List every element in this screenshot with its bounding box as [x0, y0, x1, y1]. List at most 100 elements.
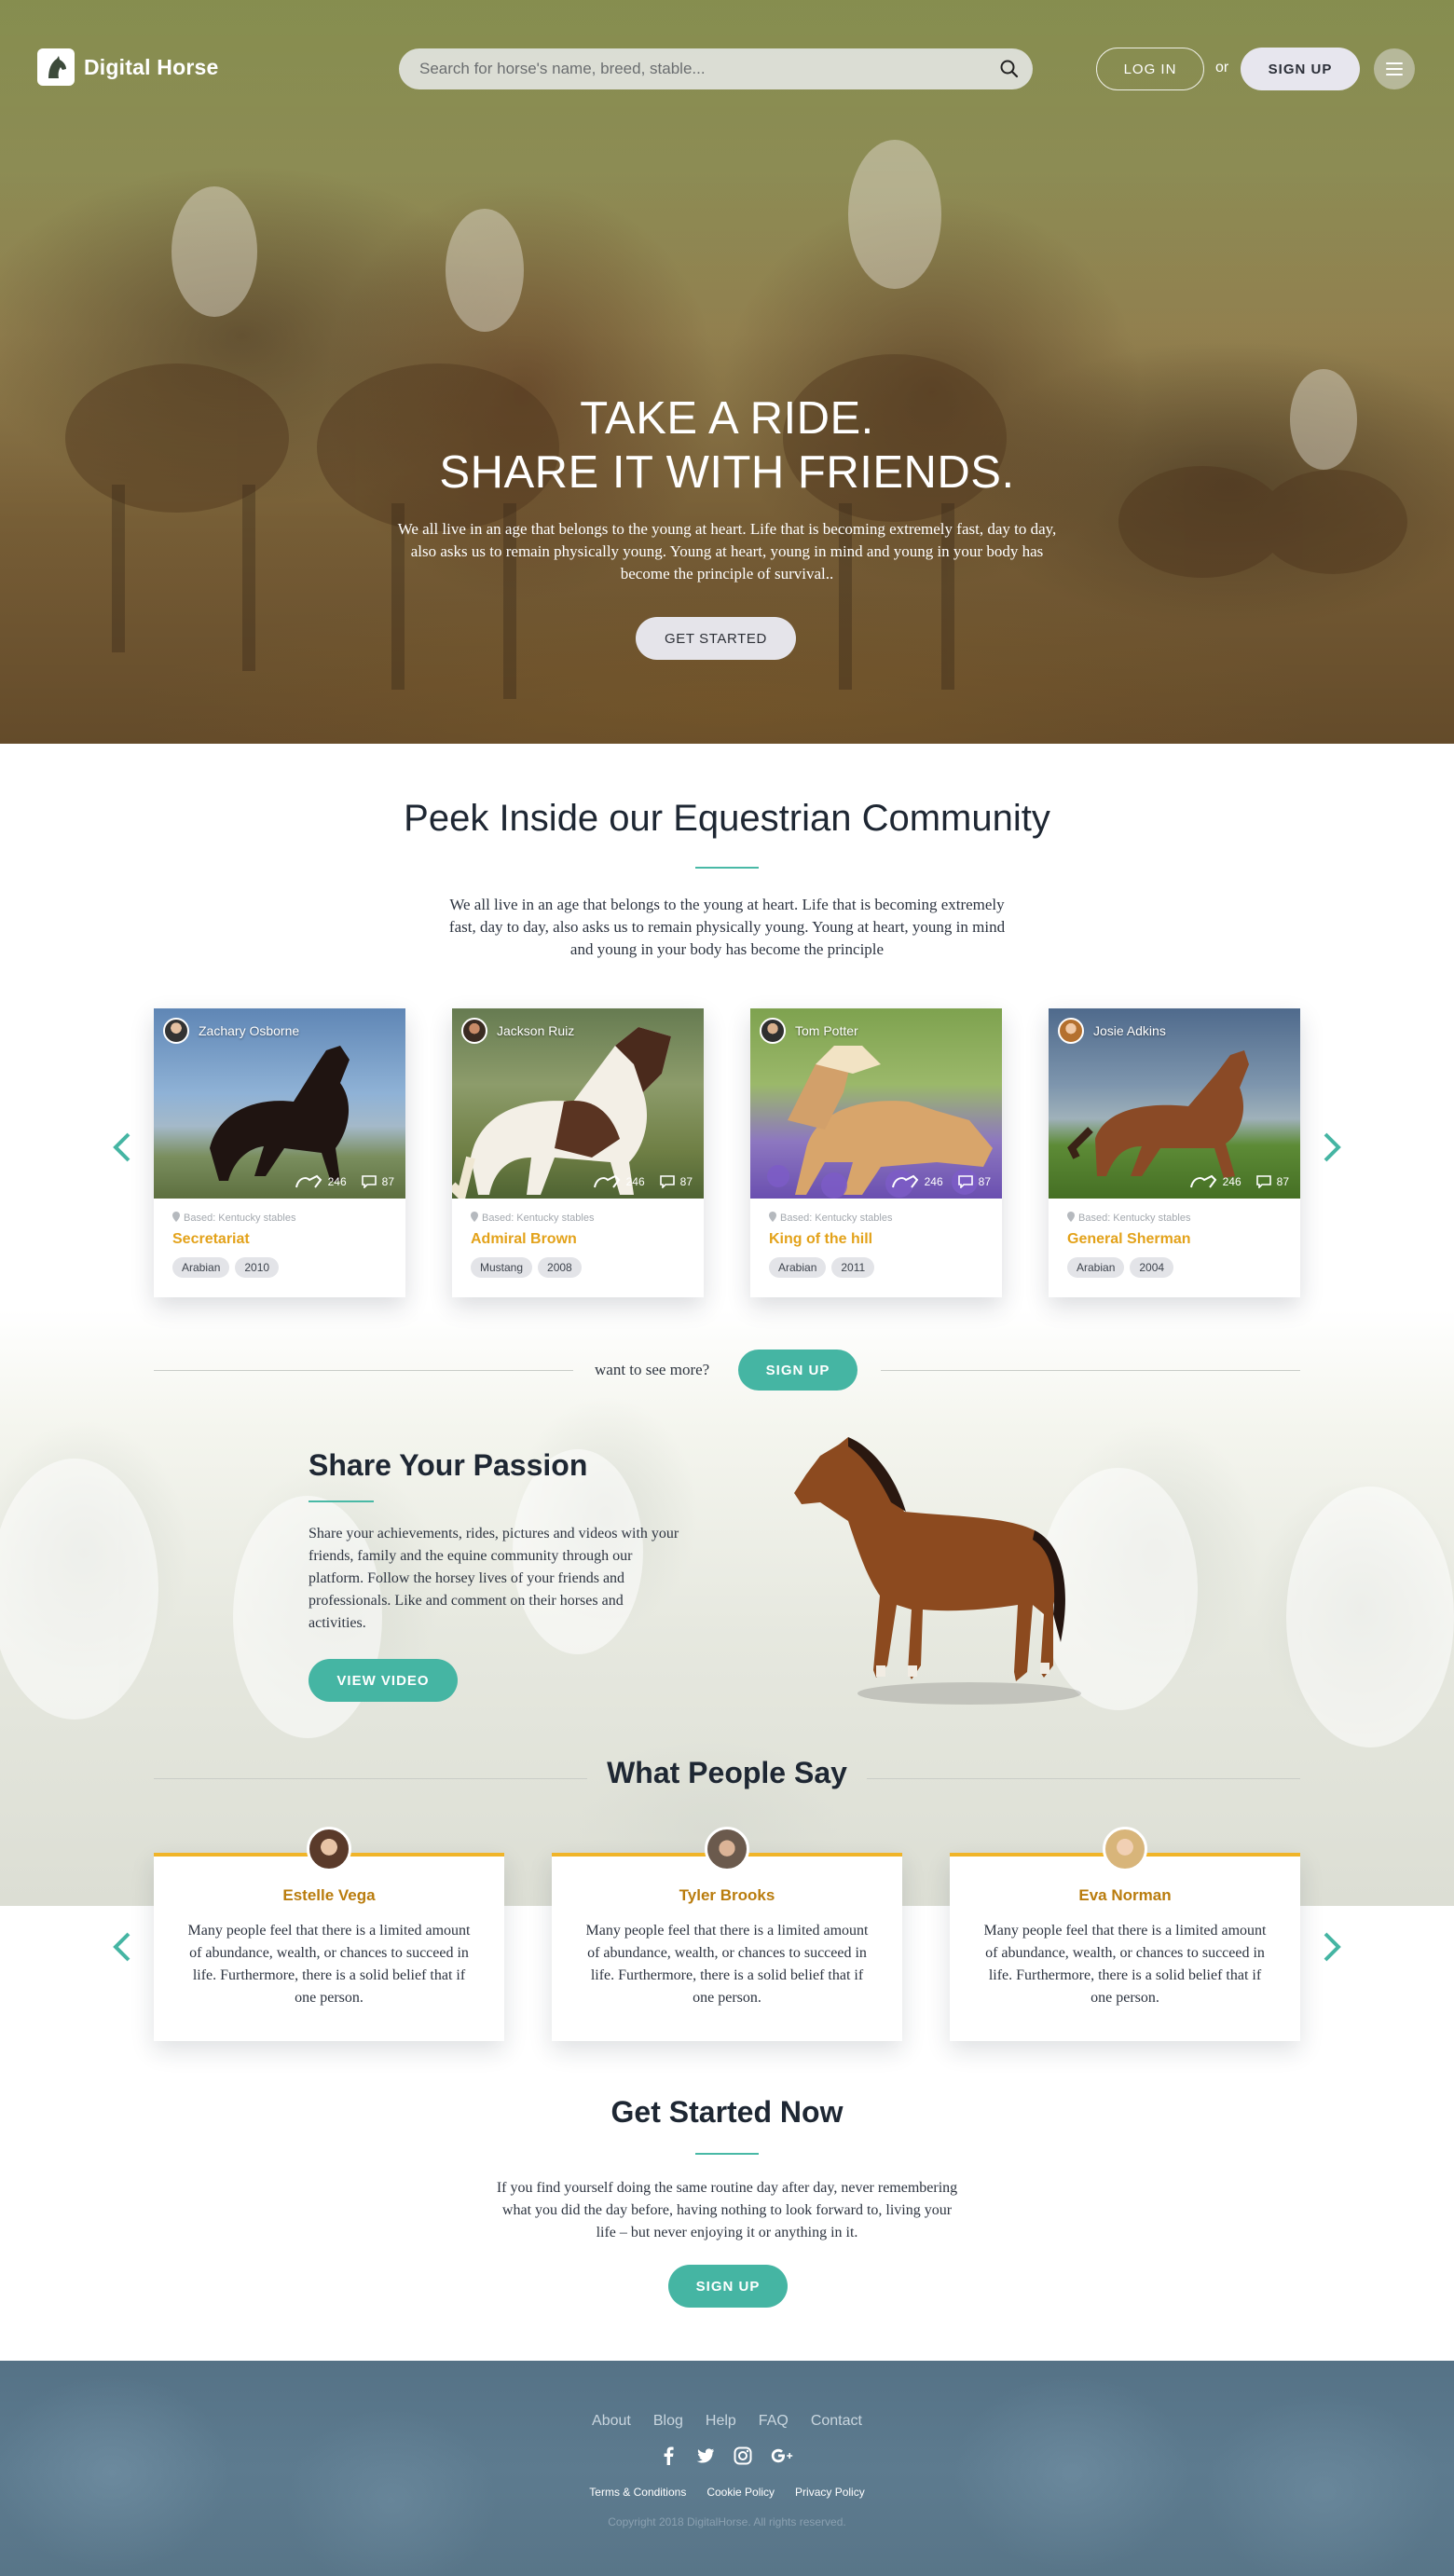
- review-text: Many people feel that there is a limited…: [187, 1923, 471, 2006]
- search-icon[interactable]: [999, 59, 1020, 79]
- views-count: 246: [625, 1175, 645, 1188]
- card-tags: Mustang 2008: [471, 1257, 685, 1278]
- horseshoe-icon: [1189, 1174, 1217, 1189]
- year-tag[interactable]: 2010: [235, 1257, 280, 1278]
- passion-title: Share Your Passion: [309, 1448, 588, 1482]
- card-owner[interactable]: Josie Adkins: [1058, 1018, 1166, 1044]
- horse-photo[interactable]: Jackson Ruiz 246 87: [452, 1008, 704, 1199]
- comments-count: 87: [679, 1175, 693, 1188]
- reviewer-name: Estelle Vega: [282, 1886, 376, 1904]
- twitter-icon[interactable]: [696, 2446, 715, 2465]
- comments-count: 87: [381, 1175, 394, 1188]
- year-tag[interactable]: 2004: [1130, 1257, 1174, 1278]
- footer-link-help[interactable]: Help: [706, 2413, 736, 2430]
- privacy-policy-link[interactable]: Privacy Policy: [795, 2486, 865, 2499]
- breed-tag[interactable]: Arabian: [769, 1257, 827, 1278]
- facebook-icon[interactable]: [659, 2446, 678, 2465]
- card-owner[interactable]: Tom Potter: [760, 1018, 858, 1044]
- horse-logo-icon: [37, 48, 75, 86]
- horse-card[interactable]: Jackson Ruiz 246 87 Based: Kentucky stab…: [452, 1008, 704, 1297]
- year-tag[interactable]: 2011: [831, 1257, 875, 1278]
- horse-name-link[interactable]: Admiral Brown: [471, 1231, 685, 1248]
- testimonials-prev-arrow-icon[interactable]: [108, 1928, 136, 1966]
- card-owner[interactable]: Zachary Osborne: [163, 1018, 299, 1044]
- footer-link-contact[interactable]: Contact: [811, 2413, 862, 2430]
- horseshoe-icon: [891, 1174, 919, 1189]
- passion-title-underline: [309, 1500, 374, 1502]
- copyright-text: Copyright 2018 DigitalHorse. All rights …: [608, 2515, 846, 2528]
- footer-link-blog[interactable]: Blog: [653, 2413, 683, 2430]
- year-tag[interactable]: 2008: [538, 1257, 582, 1278]
- community-title-underline: [695, 867, 759, 869]
- testimonial-card: Estelle Vega Many people feel that there…: [154, 1827, 504, 2041]
- horse-name-link[interactable]: General Sherman: [1067, 1231, 1282, 1248]
- breed-tag[interactable]: Arabian: [172, 1257, 230, 1278]
- views-count: 246: [924, 1175, 943, 1188]
- breed-tag[interactable]: Arabian: [1067, 1257, 1125, 1278]
- testimonials-next-arrow-icon[interactable]: [1318, 1928, 1346, 1966]
- horse-card[interactable]: Zachary Osborne 246 87 Based: Kentucky s…: [154, 1008, 405, 1297]
- reviewer-avatar: [307, 1827, 351, 1871]
- community-title: Peek Inside our Equestrian Community: [404, 798, 1050, 839]
- card-body: Based: Kentucky stables Admiral Brown Mu…: [452, 1199, 704, 1291]
- horse-cards-carousel: Zachary Osborne 246 87 Based: Kentucky s…: [154, 1008, 1300, 1297]
- owner-avatar: [760, 1018, 786, 1044]
- view-video-button[interactable]: VIEW VIDEO: [309, 1659, 458, 1702]
- horseshoe-icon: [593, 1174, 621, 1189]
- location-pin-icon: [471, 1212, 478, 1225]
- footer-link-faq[interactable]: FAQ: [759, 2413, 789, 2430]
- hamburger-menu-icon[interactable]: [1374, 48, 1415, 89]
- testimonial-card: Eva Norman Many people feel that there i…: [950, 1827, 1300, 2041]
- breed-tag[interactable]: Mustang: [471, 1257, 533, 1278]
- signup-button-community[interactable]: SIGN UP: [738, 1350, 857, 1391]
- hero-title-line-2: SHARE IT WITH FRIENDS.: [439, 447, 1015, 498]
- brand-logo[interactable]: Digital Horse: [37, 48, 218, 86]
- reviewer-name: Eva Norman: [1078, 1886, 1172, 1904]
- comment-icon: [1255, 1175, 1271, 1188]
- comment-icon: [659, 1175, 675, 1188]
- horse-photo[interactable]: Zachary Osborne 246 87: [154, 1008, 405, 1199]
- card-based-text: Based: Kentucky stables: [482, 1213, 595, 1224]
- get-started-button[interactable]: GET STARTED: [636, 617, 796, 660]
- horse-photo[interactable]: Josie Adkins 246 87: [1049, 1008, 1300, 1199]
- signup-button-header[interactable]: SIGN UP: [1241, 48, 1360, 90]
- get-started-underline: [695, 2153, 759, 2155]
- card-stats: 246 87: [593, 1174, 693, 1189]
- horse-card[interactable]: Josie Adkins 246 87 Based: Kentucky stab…: [1049, 1008, 1300, 1297]
- location-pin-icon: [1067, 1212, 1075, 1225]
- footer-link-about[interactable]: About: [592, 2413, 631, 2430]
- search-input[interactable]: [419, 48, 979, 89]
- card-location: Based: Kentucky stables: [1067, 1212, 1282, 1225]
- card-tags: Arabian 2011: [769, 1257, 983, 1278]
- comment-icon: [361, 1175, 377, 1188]
- horseshoe-icon: [295, 1174, 322, 1189]
- carousel-prev-arrow-icon[interactable]: [108, 1129, 136, 1166]
- horse-photo[interactable]: Tom Potter 246 87: [750, 1008, 1002, 1199]
- card-based-text: Based: Kentucky stables: [780, 1213, 893, 1224]
- hero-description: We all live in an age that belongs to th…: [397, 520, 1057, 582]
- terms-link[interactable]: Terms & Conditions: [589, 2486, 686, 2499]
- get-started-description: If you find yourself doing the same rout…: [496, 2180, 958, 2240]
- horse-name-link[interactable]: Secretariat: [172, 1231, 387, 1248]
- card-stats: 246 87: [891, 1174, 991, 1189]
- brand-name: Digital Horse: [84, 54, 219, 79]
- login-button[interactable]: LOG IN: [1096, 48, 1204, 90]
- cookie-policy-link[interactable]: Cookie Policy: [706, 2486, 775, 2499]
- reviewer-name: Tyler Brooks: [679, 1886, 775, 1904]
- owner-avatar: [1058, 1018, 1084, 1044]
- get-started-title: Get Started Now: [610, 2095, 844, 2129]
- review-text: Many people feel that there is a limited…: [983, 1923, 1267, 2006]
- testimonials-title: What People Say: [607, 1756, 847, 1789]
- comments-count: 87: [978, 1175, 991, 1188]
- card-owner[interactable]: Jackson Ruiz: [461, 1018, 574, 1044]
- hero-title: TAKE A RIDE. SHARE IT WITH FRIENDS.: [0, 391, 1454, 500]
- horse-name-link[interactable]: King of the hill: [769, 1231, 983, 1248]
- footer: About Blog Help FAQ Contact Terms & Cond…: [0, 2361, 1454, 2576]
- google-plus-icon[interactable]: [771, 2446, 795, 2465]
- carousel-next-arrow-icon[interactable]: [1318, 1129, 1346, 1166]
- divider-left: [154, 1370, 573, 1371]
- horse-card[interactable]: Tom Potter 246 87 Based: Kentucky stable…: [750, 1008, 1002, 1297]
- instagram-icon[interactable]: [734, 2446, 752, 2465]
- signup-button-bottom[interactable]: SIGN UP: [668, 2265, 788, 2308]
- card-location: Based: Kentucky stables: [172, 1212, 387, 1225]
